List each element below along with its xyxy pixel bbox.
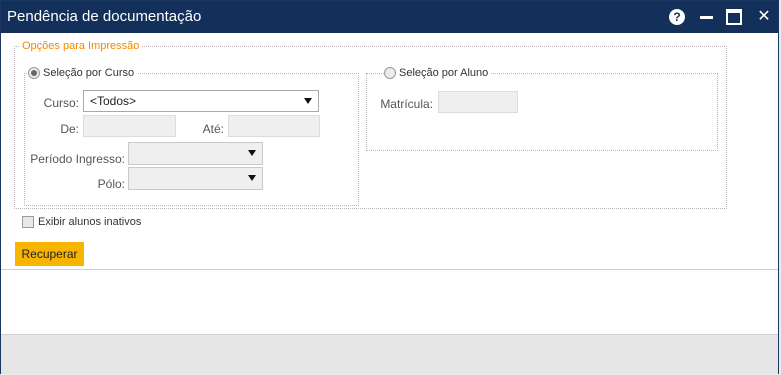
pole-label: Pólo: [97,177,125,191]
registration-label: Matrícula: [380,97,433,111]
pole-select[interactable] [128,167,263,190]
inactive-students-checkbox[interactable] [22,216,34,228]
title-bar[interactable]: Pendência de documentação ? ✕ [1,1,778,33]
course-selection-label[interactable]: Seleção por Curso [43,67,134,79]
course-selection-radio-option[interactable]: Seleção por Curso [28,67,138,79]
print-options-legend: Opções para Impressão [20,40,142,52]
to-label: Até: [202,122,224,136]
minimize-icon[interactable] [699,9,715,25]
from-label: De: [60,122,79,136]
window-title: Pendência de documentação [7,8,202,25]
entry-period-label: Período Ingresso: [30,152,125,166]
inactive-students-option[interactable]: Exibir alunos inativos [22,216,141,228]
student-selection-radio-option[interactable]: Seleção por Aluno [384,67,492,79]
chevron-down-icon [248,150,256,156]
chevron-down-icon [248,175,256,181]
inactive-students-label[interactable]: Exibir alunos inativos [38,216,141,228]
entry-period-select[interactable] [128,142,263,165]
retrieve-button[interactable]: Recuperar [15,242,84,266]
course-selection-radio[interactable] [28,67,40,79]
course-select[interactable]: <Todos> [83,90,319,112]
help-icon[interactable]: ? [669,9,685,25]
from-input[interactable] [83,115,176,137]
registration-input[interactable] [438,91,518,113]
dialog-window: Pendência de documentação ? ✕ Opções par… [0,0,779,374]
course-select-value: <Todos> [90,94,137,108]
close-icon[interactable]: ✕ [756,9,772,25]
divider [1,269,778,270]
to-input[interactable] [228,115,320,137]
course-label: Curso: [43,96,79,110]
maximize-icon[interactable] [726,9,742,25]
student-selection-radio[interactable] [384,67,396,79]
chevron-down-icon [304,98,312,104]
student-selection-group [366,73,718,151]
student-selection-label[interactable]: Seleção por Aluno [399,67,488,79]
footer-bar [1,334,778,374]
